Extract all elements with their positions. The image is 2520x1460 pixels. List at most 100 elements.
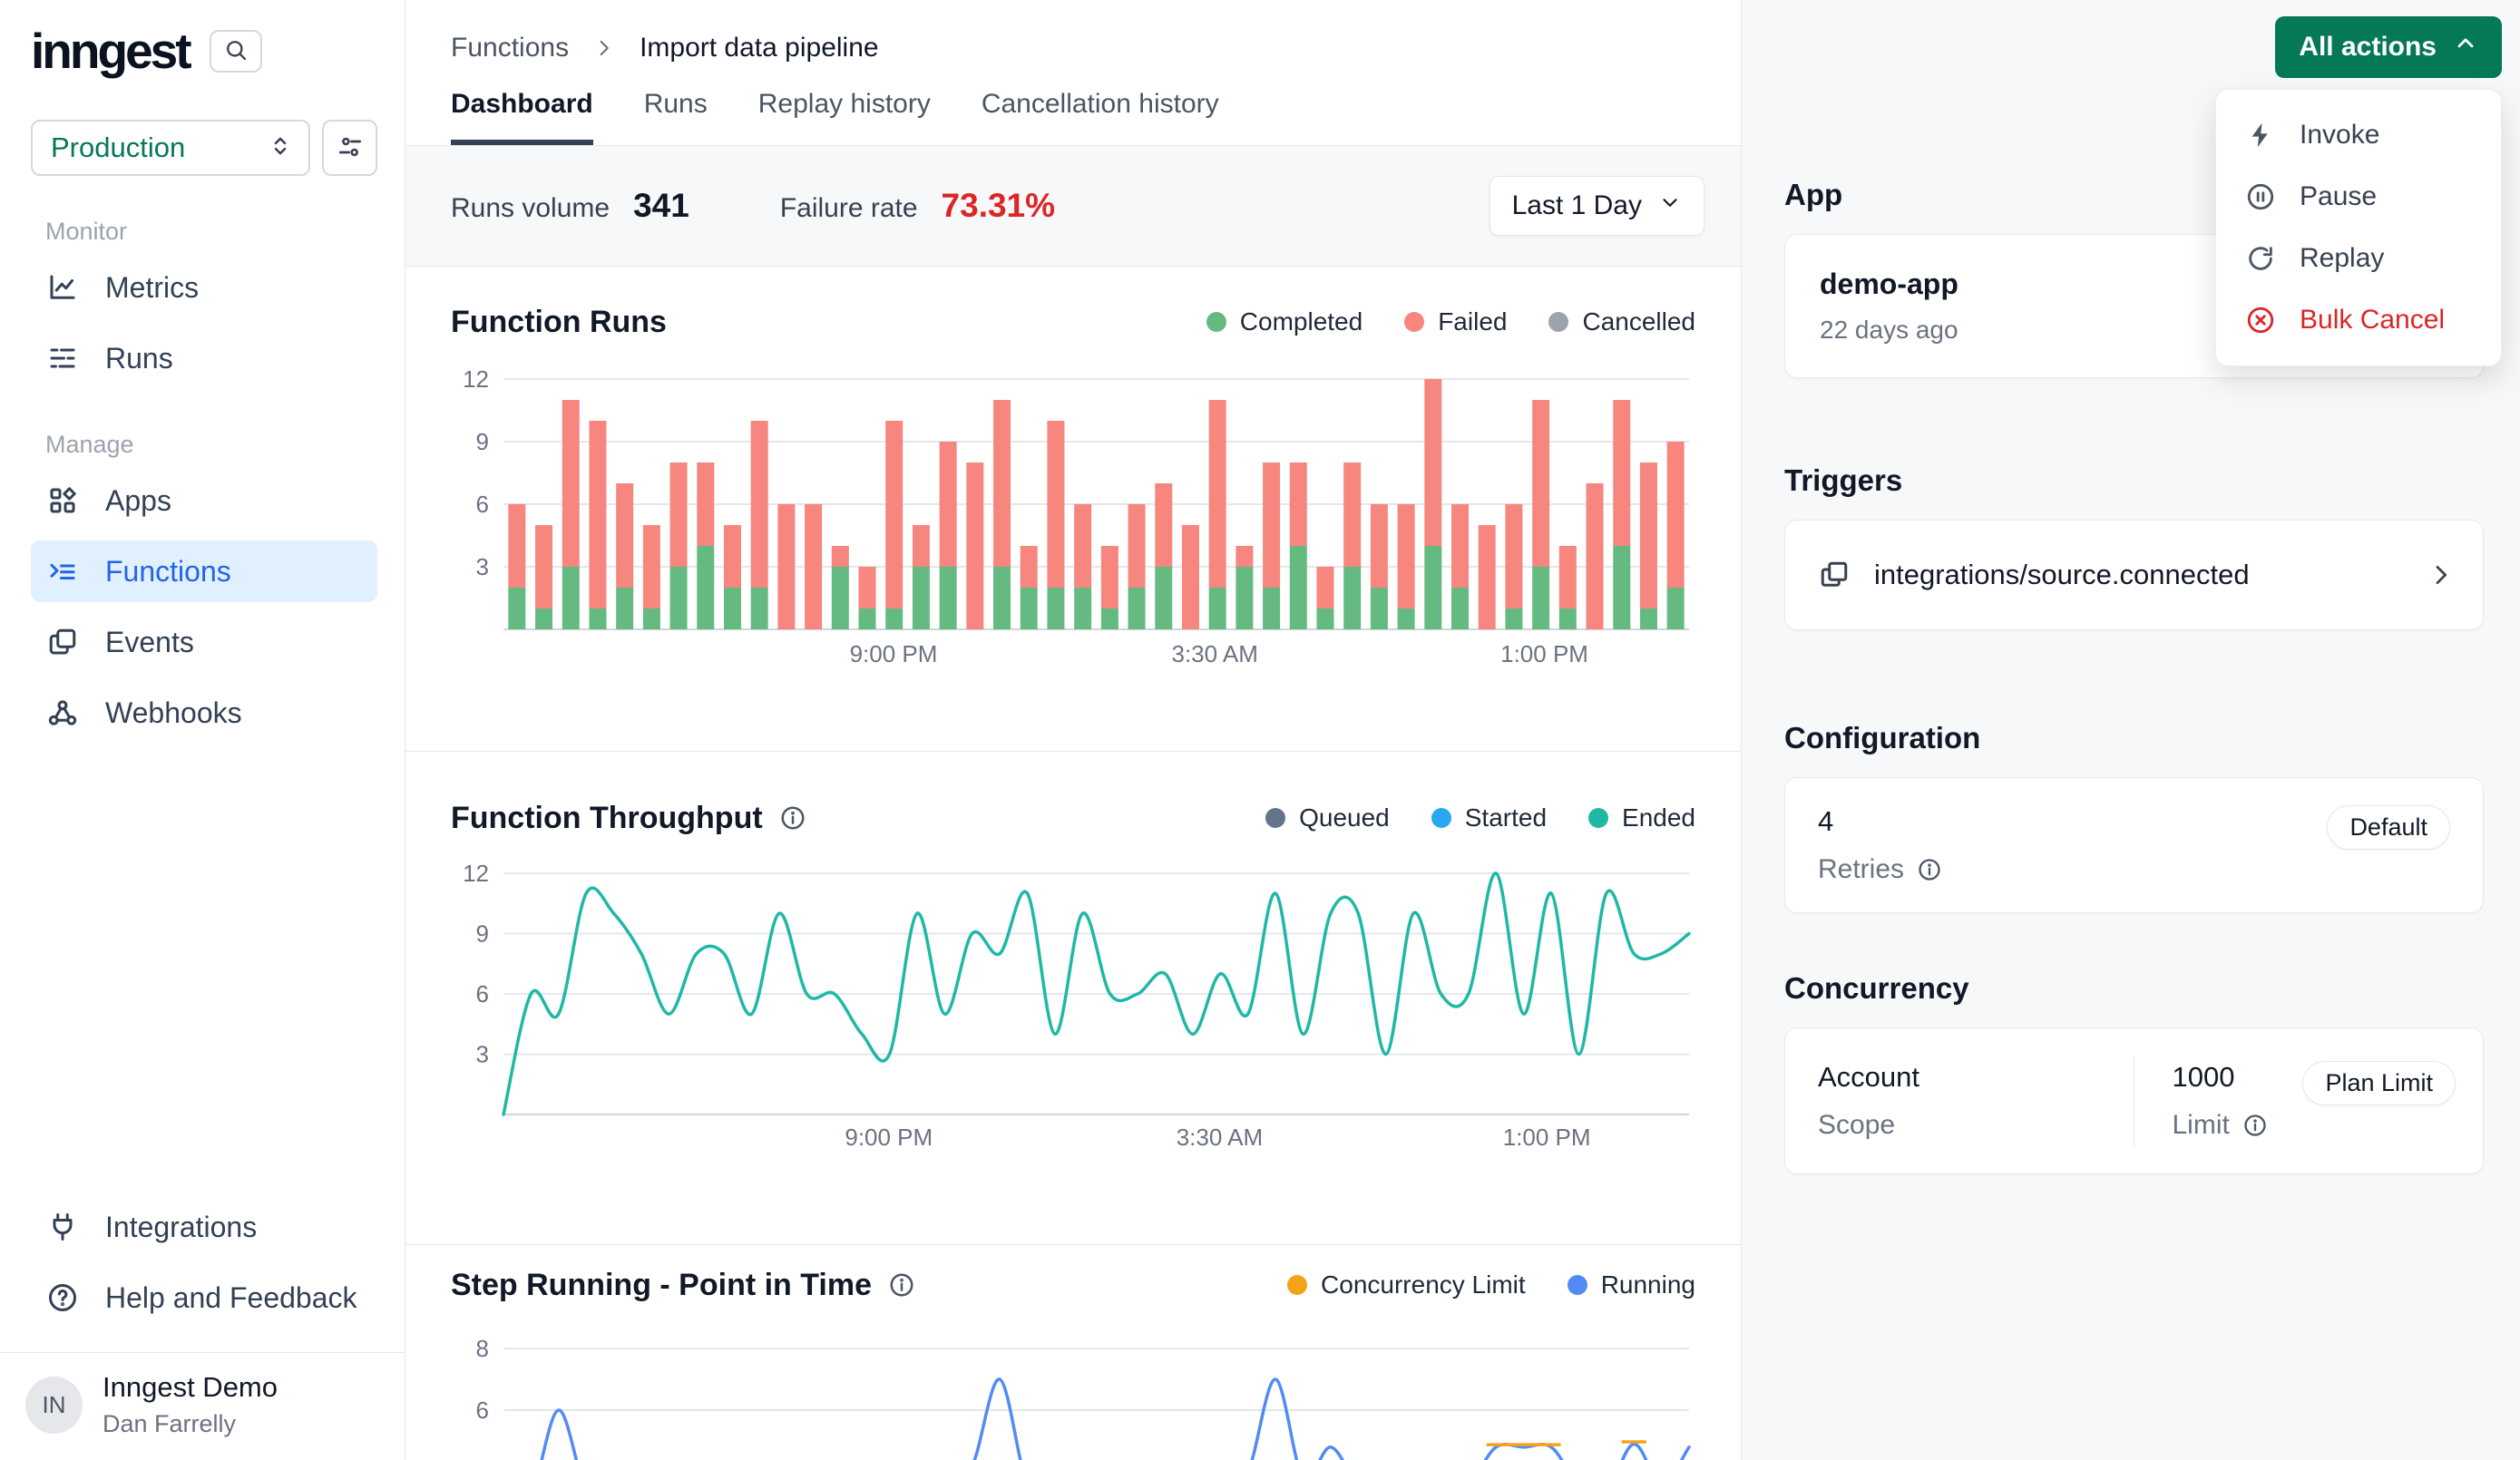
started-dot <box>1431 808 1451 828</box>
apps-icon <box>45 484 80 517</box>
chevron-up-icon <box>2453 31 2478 63</box>
legend-started: Started <box>1431 803 1547 832</box>
metrics-icon <box>45 271 80 304</box>
function-runs-chart: 369129:00 PM3:30 AM1:00 PM <box>451 357 1696 676</box>
concurrency-heading: Concurrency <box>1784 971 2484 1006</box>
menu-item-invoke[interactable]: Invoke <box>2216 104 2501 166</box>
svg-text:8: 8 <box>476 1335 489 1362</box>
legend-completed: Completed <box>1206 307 1363 336</box>
user-menu[interactable]: IN Inngest Demo Dan Farrelly <box>0 1352 405 1460</box>
running-dot <box>1568 1275 1587 1295</box>
retries-label: Retries <box>1818 854 1942 885</box>
environment-name: Production <box>51 131 185 164</box>
stats-bar: Runs volume 341 Failure rate 73.31% Last… <box>405 146 1741 267</box>
events-icon <box>45 626 80 658</box>
svg-text:9:00 PM: 9:00 PM <box>850 640 938 667</box>
chevron-up-down-icon <box>267 132 294 164</box>
avatar: IN <box>25 1377 83 1434</box>
svg-text:6: 6 <box>476 491 489 518</box>
sidebar-item-label: Runs <box>105 342 173 375</box>
charts-column: Function Runs Completed Failed Cancelled… <box>405 267 1741 1460</box>
tab-dashboard[interactable]: Dashboard <box>451 89 593 145</box>
menu-item-bulk-cancel[interactable]: Bulk Cancel <box>2216 289 2501 351</box>
sidebar-item-webhooks[interactable]: Webhooks <box>31 682 377 744</box>
info-icon[interactable] <box>779 804 806 832</box>
svg-text:9:00 PM: 9:00 PM <box>845 1124 933 1151</box>
cancel-circle-icon <box>2243 305 2278 336</box>
sidebar-item-events[interactable]: Events <box>31 611 377 673</box>
plan-limit-badge: Plan Limit <box>2302 1061 2456 1105</box>
search-button[interactable] <box>210 30 262 73</box>
info-icon[interactable] <box>1917 857 1942 882</box>
default-badge: Default <box>2327 805 2450 850</box>
menu-item-replay[interactable]: Replay <box>2216 228 2501 289</box>
runs-volume-stat: Runs volume 341 <box>451 187 689 225</box>
concurrency-limit-dot <box>1287 1275 1307 1295</box>
configuration-heading: Configuration <box>1784 721 2484 755</box>
svg-text:12: 12 <box>463 365 489 393</box>
inngest-logo: inngest <box>31 22 190 80</box>
runs-volume-label: Runs volume <box>451 193 610 224</box>
tab-cancellation-history[interactable]: Cancellation history <box>982 89 1219 145</box>
sidebar-item-help[interactable]: Help and Feedback <box>31 1267 377 1329</box>
environment-settings-button[interactable] <box>322 120 377 176</box>
user-name: Dan Farrelly <box>103 1410 278 1438</box>
chevron-right-icon <box>592 36 616 60</box>
sidebar-item-integrations[interactable]: Integrations <box>31 1196 377 1258</box>
tab-replay-history[interactable]: Replay history <box>758 89 931 145</box>
function-runs-card: Function Runs Completed Failed Cancelled… <box>405 267 1741 751</box>
function-throughput-title: Function Throughput <box>451 801 806 836</box>
concurrency-scope-label: Scope <box>1818 1110 2101 1141</box>
sidebar-item-label: Integrations <box>105 1211 257 1244</box>
svg-text:1:00 PM: 1:00 PM <box>1500 640 1588 667</box>
step-running-chart: 864 <box>451 1303 1696 1460</box>
functions-icon <box>45 555 80 588</box>
environment-selector[interactable]: Production <box>31 120 310 176</box>
all-actions-button[interactable]: All actions <box>2275 16 2502 78</box>
breadcrumb-functions[interactable]: Functions <box>451 33 569 63</box>
ended-dot <box>1588 808 1608 828</box>
sliders-icon <box>336 132 365 164</box>
time-range-selector[interactable]: Last 1 Day <box>1490 176 1704 236</box>
tab-runs[interactable]: Runs <box>644 89 708 145</box>
sidebar-item-label: Help and Feedback <box>105 1281 357 1315</box>
concurrency-scope-value: Account <box>1818 1061 2101 1094</box>
webhooks-icon <box>45 696 80 729</box>
legend-queued: Queued <box>1265 803 1390 832</box>
legend-ended: Ended <box>1588 803 1695 832</box>
info-icon[interactable] <box>888 1271 915 1299</box>
sidebar-item-label: Functions <box>105 555 231 589</box>
chevron-down-icon <box>1658 190 1682 221</box>
sidebar-item-runs[interactable]: Runs <box>31 327 377 389</box>
event-icon <box>1818 559 1851 591</box>
svg-text:6: 6 <box>476 980 489 1007</box>
completed-dot <box>1206 312 1226 332</box>
step-running-legend: Concurrency Limit Running <box>1287 1270 1695 1299</box>
integrations-icon <box>45 1211 80 1243</box>
sidebar-item-apps[interactable]: Apps <box>31 470 377 531</box>
main-content: Functions Import data pipeline Dashboard… <box>405 0 1742 1460</box>
chevron-right-icon <box>2427 560 2456 589</box>
account-name: Inngest Demo <box>103 1371 278 1404</box>
tab-bar: Dashboard Runs Replay history Cancellati… <box>451 89 1219 145</box>
function-runs-legend: Completed Failed Cancelled <box>1206 307 1695 336</box>
help-icon <box>45 1281 80 1314</box>
svg-text:3:30 AM: 3:30 AM <box>1171 640 1257 667</box>
legend-running: Running <box>1568 1270 1695 1299</box>
concurrency-limit-label: Limit <box>2173 1110 2268 1141</box>
info-icon[interactable] <box>2242 1113 2268 1138</box>
queued-dot <box>1265 808 1285 828</box>
legend-failed: Failed <box>1404 307 1507 336</box>
step-running-card: Step Running - Point in Time Concurrency… <box>405 1244 1741 1460</box>
sidebar: inngest Production Monitor Metrics Runs … <box>0 0 405 1460</box>
search-icon <box>223 37 249 65</box>
sidebar-item-functions[interactable]: Functions <box>31 540 377 602</box>
runs-volume-value: 341 <box>633 187 689 225</box>
failure-rate-label: Failure rate <box>780 193 918 224</box>
trigger-card[interactable]: integrations/source.connected <box>1784 520 2484 630</box>
svg-text:12: 12 <box>463 860 489 887</box>
sidebar-item-label: Webhooks <box>105 696 242 730</box>
svg-text:9: 9 <box>476 428 489 455</box>
sidebar-item-metrics[interactable]: Metrics <box>31 257 377 318</box>
menu-item-pause[interactable]: Pause <box>2216 166 2501 228</box>
